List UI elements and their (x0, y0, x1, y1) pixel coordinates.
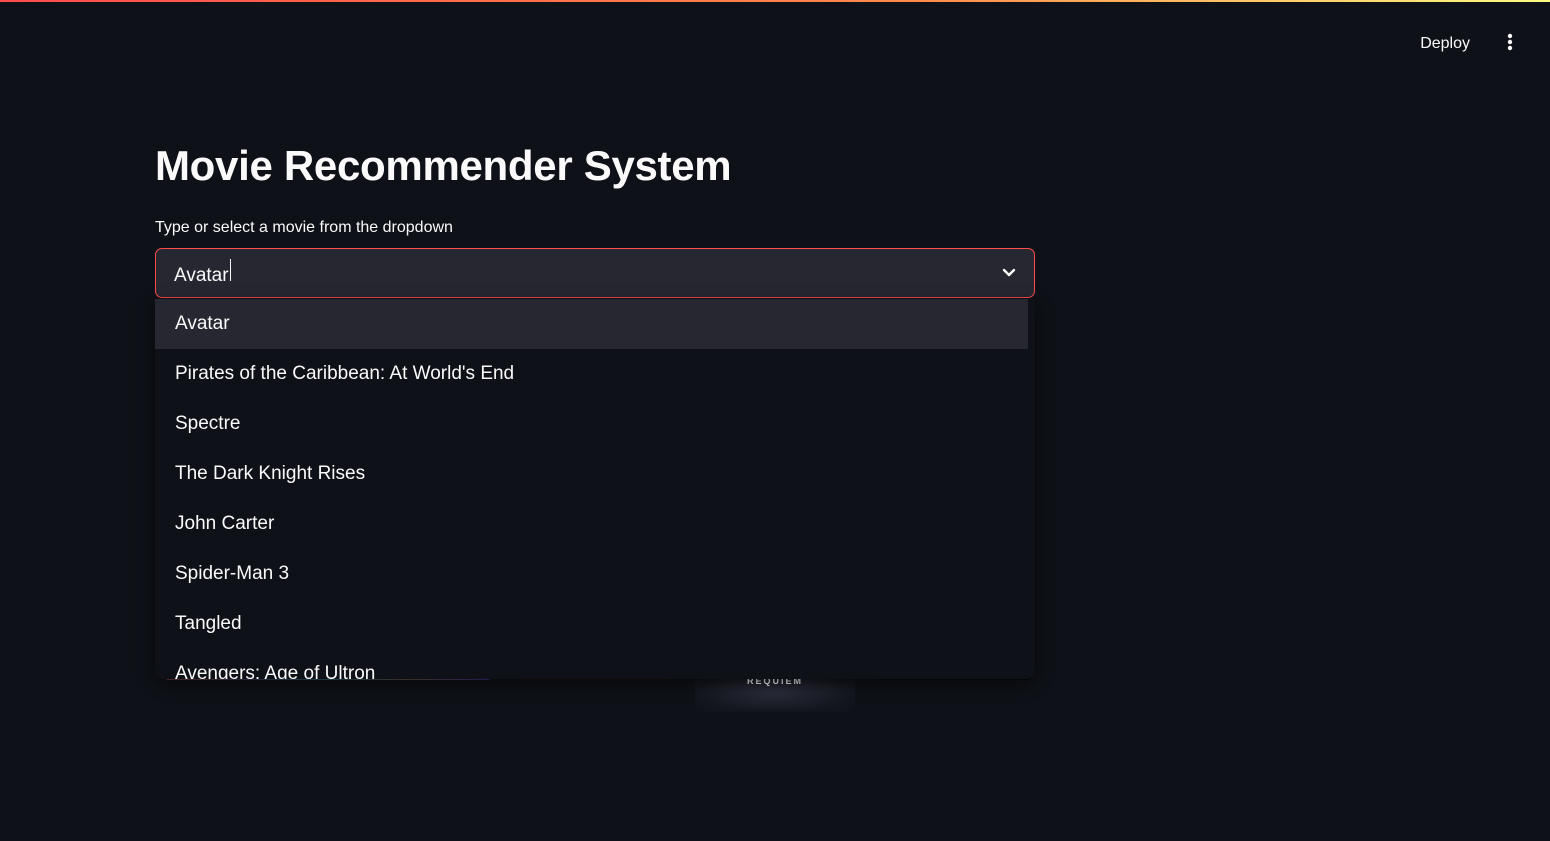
movie-select[interactable]: Avatar (155, 248, 1035, 298)
app-toolbar: Deploy (1408, 28, 1524, 60)
text-caret (229, 259, 231, 281)
page-title: Movie Recommender System (155, 142, 732, 189)
dropdown-option[interactable]: Tangled (155, 599, 1028, 649)
movie-select-input[interactable]: Avatar (174, 259, 998, 287)
movie-dropdown-menu: Avatar Pirates of the Caribbean: At Worl… (155, 299, 1035, 679)
dropdown-option[interactable]: Spider-Man 3 (155, 549, 1028, 599)
main-menu-button[interactable] (1496, 28, 1524, 60)
chevron-down-icon[interactable] (998, 262, 1020, 284)
dropdown-option[interactable]: Pirates of the Caribbean: At World's End (155, 349, 1028, 399)
vertical-ellipsis-icon (1507, 33, 1513, 56)
deploy-button[interactable]: Deploy (1408, 29, 1482, 59)
movie-select-label: Type or select a movie from the dropdown (155, 219, 453, 236)
dropdown-option[interactable]: Avengers: Age of Ultron (155, 649, 1028, 679)
movie-dropdown-list: Avatar Pirates of the Caribbean: At Worl… (155, 299, 1028, 679)
dropdown-option[interactable]: Avatar (155, 299, 1028, 349)
dropdown-option[interactable]: John Carter (155, 499, 1028, 549)
dropdown-option[interactable]: Spectre (155, 399, 1028, 449)
app-decoration-bar (0, 0, 1550, 2)
dropdown-option[interactable]: The Dark Knight Rises (155, 449, 1028, 499)
main-content: Movie Recommender System Type or select … (155, 138, 1035, 298)
